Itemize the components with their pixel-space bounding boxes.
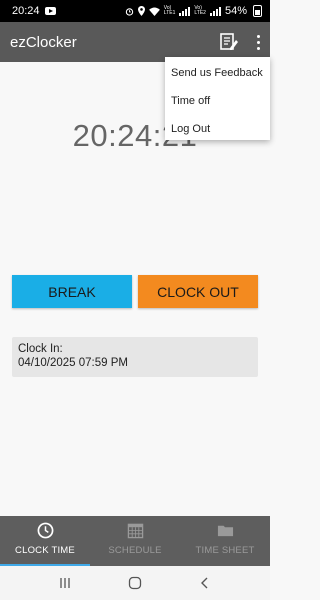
tab-label: TIME SHEET	[195, 545, 255, 556]
back-icon[interactable]	[198, 576, 212, 590]
status-bar: 20:24 Vo) LTE1 Vo) LTE2 54%	[0, 0, 270, 22]
clock-icon	[37, 522, 53, 539]
app-bar: ezClocker	[0, 22, 270, 62]
clock-in-card: Clock In: 04/10/2025 07:59 PM	[12, 337, 258, 377]
wifi-icon	[148, 6, 160, 16]
signal-icon	[179, 6, 191, 16]
recent-apps-icon[interactable]	[58, 576, 72, 590]
lte-label-sim1: Vo) LTE1	[163, 5, 176, 16]
battery-percent: 54%	[224, 5, 247, 17]
app-title: ezClocker	[10, 33, 77, 51]
system-nav-bar	[0, 566, 270, 600]
clock-in-value: 04/10/2025 07:59 PM	[18, 357, 128, 369]
home-icon[interactable]	[128, 576, 142, 590]
alarm-icon	[125, 7, 133, 16]
menu-item-send-feedback[interactable]: Send us Feedback	[165, 59, 270, 87]
more-vert-icon[interactable]	[253, 33, 263, 51]
tab-clock-time[interactable]: CLOCK TIME	[0, 516, 90, 566]
menu-item-time-off[interactable]: Time off	[165, 87, 270, 115]
status-right: Vo) LTE1 Vo) LTE2 54%	[125, 5, 262, 17]
status-time: 20:24	[12, 5, 40, 17]
menu-item-log-out[interactable]: Log Out	[165, 115, 270, 143]
folder-icon	[217, 525, 233, 537]
signal-icon	[209, 6, 221, 16]
bottom-nav: CLOCK TIME SCHEDULE TIME SHEET	[0, 516, 270, 566]
break-button[interactable]: BREAK	[12, 275, 132, 308]
location-icon	[137, 6, 145, 16]
calendar-icon	[127, 523, 143, 539]
youtube-icon	[44, 7, 56, 15]
overflow-menu: Send us Feedback Time off Log Out	[165, 57, 270, 140]
tab-time-sheet[interactable]: TIME SHEET	[180, 516, 270, 566]
clock-in-label: Clock In:	[18, 343, 63, 355]
status-left: 20:24	[12, 5, 56, 17]
notes-icon[interactable]	[219, 32, 239, 52]
tab-label: CLOCK TIME	[15, 545, 75, 556]
tab-label: SCHEDULE	[108, 545, 162, 556]
battery-icon	[253, 5, 262, 17]
tab-schedule[interactable]: SCHEDULE	[90, 516, 180, 566]
clock-out-button[interactable]: CLOCK OUT	[138, 275, 258, 308]
lte-label-sim2: Vo) LTE2	[194, 5, 206, 16]
